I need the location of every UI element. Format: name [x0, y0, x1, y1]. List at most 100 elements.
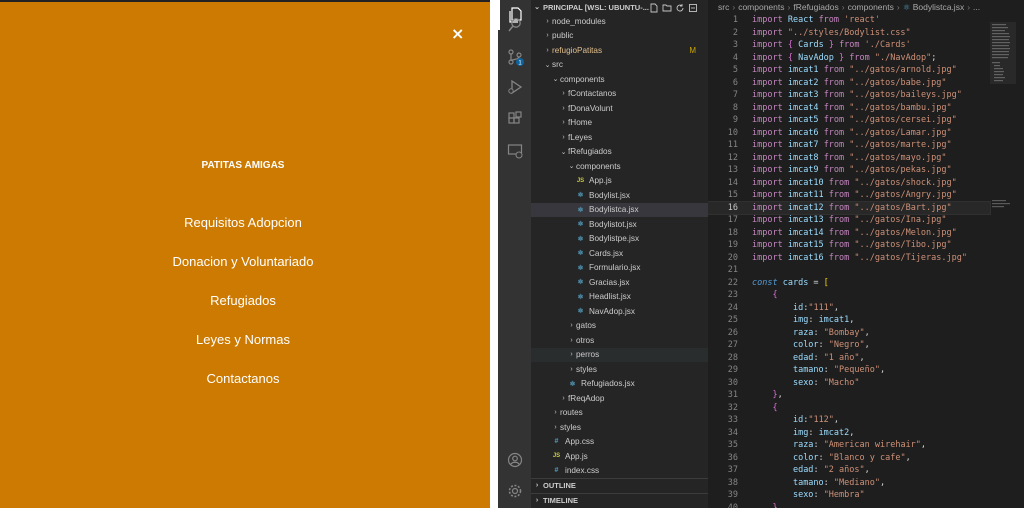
code-line[interactable]: 14 import imcat10 from "../gatos/shock.jp…: [708, 177, 990, 190]
tree-file[interactable]: ⚛ Refugiados.jsx: [531, 377, 708, 392]
tree-folder[interactable]: › styles: [531, 362, 708, 377]
code-line[interactable]: 21: [708, 264, 990, 277]
collapse-all-icon[interactable]: [688, 3, 698, 13]
code-line[interactable]: 23 {: [708, 289, 990, 302]
breadcrumb-item[interactable]: fRefugiados: [793, 2, 838, 12]
code-line[interactable]: 3 import { Cards } from './Cards': [708, 39, 990, 52]
tree-folder[interactable]: ⌄ fRefugiados: [531, 145, 708, 160]
menu-item-contactanos[interactable]: Contactanos: [0, 371, 486, 386]
code-line[interactable]: 1 import React from 'react': [708, 14, 990, 27]
outline-section[interactable]: › OUTLINE: [531, 478, 708, 492]
code-line[interactable]: 39 sexo: "Hembra": [708, 489, 990, 502]
code-line[interactable]: 9 import imcat5 from "../gatos/cersei.jpg…: [708, 114, 990, 127]
tree-file[interactable]: # index.css: [531, 464, 708, 479]
code-line[interactable]: 4 import { NavAdop } from "./NavAdop";: [708, 52, 990, 65]
breadcrumb-item[interactable]: components: [738, 2, 784, 12]
tree-folder[interactable]: › routes: [531, 406, 708, 421]
tree-folder[interactable]: ⌄ components: [531, 159, 708, 174]
code-line[interactable]: 13 import imcat9 from "../gatos/pekas.jpg…: [708, 164, 990, 177]
tree-folder[interactable]: › fDonaVolunt: [531, 101, 708, 116]
tree-folder[interactable]: › perros: [531, 347, 708, 362]
tree-file[interactable]: ⚛ Formulario.jsx: [531, 261, 708, 276]
code-line[interactable]: 29 tamano: "Pequeño",: [708, 364, 990, 377]
code-line[interactable]: 15 import imcat11 from "../gatos/Angry.jp…: [708, 189, 990, 202]
code-line[interactable]: 16 import imcat12 from "../gatos/Bart.jpg…: [708, 200, 991, 215]
code-line[interactable]: 25 img: imcat1,: [708, 314, 990, 327]
code-line[interactable]: 5 import imcat1 from "../gatos/arnold.jpg…: [708, 64, 990, 77]
tree-folder[interactable]: › node_modules: [531, 14, 708, 29]
tree-file[interactable]: ⚛ Headlist.jsx: [531, 290, 708, 305]
code-line[interactable]: 8 import imcat4 from "../gatos/bambu.jpg": [708, 102, 990, 115]
code-line[interactable]: 27 color: "Negro",: [708, 339, 990, 352]
tree-file[interactable]: JS App.js: [531, 449, 708, 464]
tree-file[interactable]: ⚛ Bodylist.jsx: [531, 188, 708, 203]
code-line[interactable]: 34 img: imcat2,: [708, 427, 990, 440]
remote-explorer-icon[interactable]: [498, 136, 531, 166]
tree-file[interactable]: ⚛ Bodylistca.jsx: [531, 202, 708, 217]
run-debug-icon[interactable]: [498, 72, 531, 102]
tree-file[interactable]: # App.css: [531, 435, 708, 450]
code-line[interactable]: 33 id:"112",: [708, 414, 990, 427]
code-line[interactable]: 2 import "../styles/Bodylist.css": [708, 27, 990, 40]
code-line[interactable]: 31 },: [708, 389, 990, 402]
timeline-section[interactable]: › TIMELINE: [531, 493, 708, 507]
tree-file[interactable]: ⚛ NavAdop.jsx: [531, 304, 708, 319]
search-icon[interactable]: [498, 10, 531, 40]
code-line[interactable]: 6 import imcat2 from "../gatos/babe.jpg": [708, 77, 990, 90]
code-line[interactable]: 12 import imcat8 from "../gatos/mayo.jpg": [708, 152, 990, 165]
tree-file[interactable]: JS App.js: [531, 174, 708, 189]
tree-folder[interactable]: › gatos: [531, 319, 708, 334]
line-number: 21: [727, 265, 738, 275]
menu-item-requisitos-adopcion[interactable]: Requisitos Adopcion: [0, 215, 486, 230]
code-line[interactable]: 18 import imcat14 from "../gatos/Melon.jp…: [708, 227, 990, 240]
code-line[interactable]: 20 import imcat16 from "../gatos/Tijeras.…: [708, 252, 990, 265]
code-line[interactable]: 28 edad: "1 año",: [708, 352, 990, 365]
code-line[interactable]: 10 import imcat6 from "../gatos/Lamar.jpg…: [708, 127, 990, 140]
code-line[interactable]: 19 import imcat15 from "../gatos/Tibo.jpg…: [708, 239, 990, 252]
minimap[interactable]: [990, 22, 1016, 212]
tree-file[interactable]: ⚛ Gracias.jsx: [531, 275, 708, 290]
code-line[interactable]: 7 import imcat3 from "../gatos/baileys.jp…: [708, 89, 990, 102]
menu-item-donacion-voluntariado[interactable]: Donacion y Voluntariado: [0, 254, 486, 269]
breadcrumb-item[interactable]: src: [718, 2, 729, 12]
extensions-icon[interactable]: [498, 104, 531, 134]
code-line[interactable]: 37 edad: "2 años",: [708, 464, 990, 477]
code-line[interactable]: 17 import imcat13 from "../gatos/Ina.jpg": [708, 214, 990, 227]
breadcrumb-item[interactable]: components: [848, 2, 894, 12]
tree-folder[interactable]: › otros: [531, 333, 708, 348]
tree-folder[interactable]: › fLeyes: [531, 130, 708, 145]
tree-folder[interactable]: › styles: [531, 420, 708, 435]
tree-folder[interactable]: › public: [531, 29, 708, 44]
new-file-icon[interactable]: [649, 3, 659, 13]
close-menu-icon[interactable]: ×: [451, 24, 464, 43]
settings-gear-icon[interactable]: [498, 476, 531, 506]
menu-item-leyes-normas[interactable]: Leyes y Normas: [0, 332, 486, 347]
menu-item-refugiados[interactable]: Refugiados: [0, 293, 486, 308]
account-icon[interactable]: [498, 445, 531, 475]
code-line[interactable]: 35 raza: "American wirehair",: [708, 439, 990, 452]
code-line[interactable]: 32 {: [708, 402, 990, 415]
code-line[interactable]: 30 sexo: "Macho": [708, 377, 990, 390]
tree-folder[interactable]: › fHome: [531, 116, 708, 131]
tree-folder[interactable]: › fReqAdop: [531, 391, 708, 406]
source-control-icon[interactable]: 1: [498, 42, 531, 72]
tree-file[interactable]: ⚛ Bodylistot.jsx: [531, 217, 708, 232]
breadcrumb-item[interactable]: Bodylistca.jsx: [913, 2, 965, 12]
tree-file[interactable]: ⚛ Cards.jsx: [531, 246, 708, 261]
refresh-icon[interactable]: [675, 3, 685, 13]
tree-folder[interactable]: ⌄ src: [531, 58, 708, 73]
code-line[interactable]: 22 const cards = [: [708, 277, 990, 290]
code-line[interactable]: 40 },: [708, 502, 990, 508]
code-line[interactable]: 38 tamano: "Mediano",: [708, 477, 990, 490]
code-line[interactable]: 26 raza: "Bombay",: [708, 327, 990, 340]
tree-file[interactable]: ⚛ Bodylistpe.jsx: [531, 232, 708, 247]
code-line[interactable]: 36 color: "Blanco y cafe",: [708, 452, 990, 465]
breadcrumb-item[interactable]: ...: [973, 2, 980, 12]
tree-folder[interactable]: › refugioPatitas M: [531, 43, 708, 58]
tree-folder[interactable]: ⌄ components: [531, 72, 708, 87]
tree-folder[interactable]: › fContactanos: [531, 87, 708, 102]
code-line[interactable]: 24 id:"111",: [708, 302, 990, 315]
new-folder-icon[interactable]: [662, 3, 672, 13]
code-editor[interactable]: src › components › fRefugiados › components › ⚛ …: [708, 0, 1024, 508]
code-line[interactable]: 11 import imcat7 from "../gatos/marte.jpg…: [708, 139, 990, 152]
